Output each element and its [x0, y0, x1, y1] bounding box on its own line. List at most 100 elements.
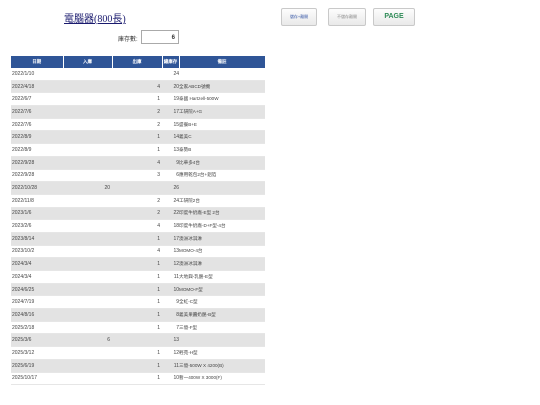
- table-row[interactable]: 2025/3/12 1 12 輕苑-H型: [11, 346, 265, 360]
- cell-out: 4: [112, 219, 162, 233]
- cell-in: [63, 130, 112, 145]
- cell-stock: 9: [162, 295, 179, 310]
- cell-out: 4: [112, 245, 162, 259]
- cell-in: [63, 143, 112, 157]
- cell-date: 2022/4/18: [11, 80, 63, 94]
- cell-out: 1: [112, 372, 162, 386]
- table-row[interactable]: 2022/9/28 4 9 比華多4台: [11, 156, 265, 170]
- table-row[interactable]: 2022/8/9 1 14 義美C: [11, 130, 265, 145]
- cell-out: 2: [112, 207, 162, 221]
- table-row[interactable]: 2024/3/4 1 12 澳洲冰淇淋: [11, 257, 265, 271]
- cell-date: 2025/2/18: [11, 321, 63, 335]
- table-row[interactable]: 2022/11/8 2 24 工研院2台: [11, 194, 265, 208]
- cell-date: 2024/3/4: [11, 270, 63, 284]
- table-row[interactable]: 2025/10/17 1 10 暫一400W X 3000(F): [11, 372, 265, 386]
- table-row[interactable]: 2022/8/9 1 13 泰勢B: [11, 143, 265, 157]
- page-title: 電腦器(800長): [64, 14, 126, 25]
- cell-date: 2022/7/6: [11, 105, 63, 119]
- cell-stock: 15: [162, 118, 179, 132]
- cell-out: 1: [112, 346, 162, 360]
- cell-note: 泰勢B: [179, 143, 265, 157]
- table-row[interactable]: 2024/3/4 1 11 大地興-乳酪-E型: [11, 270, 265, 284]
- cell-note: 暫一400W X 3000(F): [179, 372, 265, 386]
- cell-in: [63, 68, 112, 81]
- cell-note: 澳洲冰淇淋: [179, 232, 265, 246]
- table-row[interactable]: 2022/1/10 24: [11, 68, 265, 81]
- column-header-out[interactable]: 出庫: [112, 56, 163, 68]
- cell-out: 4: [112, 156, 162, 170]
- cell-in: [63, 257, 112, 271]
- cell-stock: 14: [162, 130, 179, 145]
- table-row[interactable]: 2023/1/6 2 22 印度牛奶廠-E型 2台: [11, 207, 265, 221]
- cell-date: 2025/10/17: [11, 372, 63, 386]
- cell-note: 印度牛奶廠-E型 2台: [179, 207, 265, 221]
- cell-note: [179, 181, 265, 195]
- table-row[interactable]: 2022/4/18 4 20 全家ABCD號機: [11, 80, 265, 94]
- cell-date: 2025/3/6: [11, 333, 63, 348]
- cell-stock: 13: [162, 245, 179, 259]
- table-row[interactable]: 2025/2/18 1 7 三億-F型: [11, 321, 265, 335]
- cell-in: [63, 346, 112, 360]
- column-header-note[interactable]: 備註: [179, 56, 266, 68]
- cell-out: 1: [112, 295, 162, 310]
- cell-date: 2022/11/8: [11, 194, 63, 208]
- table-row[interactable]: 2022/7/6 2 17 工研院A+G: [11, 105, 265, 119]
- cell-in: [63, 169, 112, 183]
- cell-in: [63, 283, 112, 297]
- cell-date: 2023/1/6: [11, 207, 63, 221]
- cell-in: 6: [63, 333, 112, 348]
- cell-date: 2023/10/2: [11, 245, 63, 259]
- cell-out: 1: [112, 232, 162, 246]
- cell-in: [63, 232, 112, 246]
- table-row[interactable]: 2023/8/14 1 17 澳洲冰淇淋: [11, 232, 265, 246]
- column-header-in[interactable]: 入庫: [63, 56, 113, 68]
- cell-in: [63, 156, 112, 170]
- cell-note: 全家ABCD號機: [179, 80, 265, 94]
- column-header-stock[interactable]: 總庫存: [162, 56, 180, 68]
- cell-date: 2022/6/7: [11, 92, 63, 107]
- cell-date: 2022/8/9: [11, 130, 63, 145]
- exit-without-saving-button[interactable]: 不儲存離開: [328, 8, 366, 26]
- cell-date: 2024/6/25: [11, 283, 63, 297]
- table-row[interactable]: 2022/7/6 2 15 盛餐B+E: [11, 118, 265, 132]
- cell-date: 2023/8/14: [11, 232, 63, 246]
- table-row[interactable]: 2024/7/19 1 9 全虹-C型: [11, 295, 265, 310]
- column-header-date[interactable]: 日期: [11, 56, 64, 68]
- table-row[interactable]: 2022/6/7 1 19 泰國 Hartzell-500W: [11, 92, 265, 107]
- cell-in: [63, 372, 112, 386]
- cell-in: 20: [63, 181, 112, 195]
- table-row[interactable]: 2023/2/6 4 18 印度牛奶廠-D+F型-4台: [11, 219, 265, 233]
- table-row[interactable]: 2024/8/16 1 8 義美果醬奶酪-B型: [11, 308, 265, 322]
- cell-out: 1: [112, 130, 162, 145]
- cell-stock: 19: [162, 92, 179, 107]
- cell-note: [179, 333, 265, 348]
- cell-note: 輕苑-H型: [179, 346, 265, 360]
- table-row[interactable]: 2025/3/6 6 13: [11, 333, 265, 348]
- cell-note: 泰國 Hartzell-500W: [179, 92, 265, 107]
- cell-out: 1: [112, 270, 162, 284]
- table-row[interactable]: 2024/6/25 1 10 MOMO-F型: [11, 283, 265, 297]
- cell-note: MOMO-4台: [179, 245, 265, 259]
- table-row[interactable]: 2025/6/19 1 11 三億-500W X 4200(B): [11, 359, 265, 373]
- cell-out: [112, 68, 162, 81]
- table-row[interactable]: 2022/10/28 20 26: [11, 181, 265, 195]
- stock-input[interactable]: 6: [141, 30, 179, 44]
- cell-stock: 26: [162, 181, 179, 195]
- cell-note: 義美C: [179, 130, 265, 145]
- cell-stock: 24: [162, 68, 179, 81]
- cell-note: 比華多4台: [179, 156, 265, 170]
- cell-out: 1: [112, 359, 162, 373]
- table-row[interactable]: 2022/9/28 3 6 應用乾包2台+鋁箔: [11, 169, 265, 183]
- save-and-exit-button[interactable]: 儲存+離開: [281, 8, 317, 26]
- cell-in: [63, 92, 112, 107]
- table-header-row: 日期 入庫 出庫 總庫存 備註: [11, 56, 266, 68]
- cell-in: [63, 80, 112, 94]
- cell-out: 3: [112, 169, 162, 183]
- table-row[interactable]: 2023/10/2 4 13 MOMO-4台: [11, 245, 265, 259]
- cell-note: 全虹-C型: [179, 295, 265, 310]
- cell-note: 三億-F型: [179, 321, 265, 335]
- cell-note: [179, 68, 265, 81]
- page-button[interactable]: PAGE: [373, 8, 415, 26]
- cell-date: 2022/8/9: [11, 143, 63, 157]
- cell-in: [63, 308, 112, 322]
